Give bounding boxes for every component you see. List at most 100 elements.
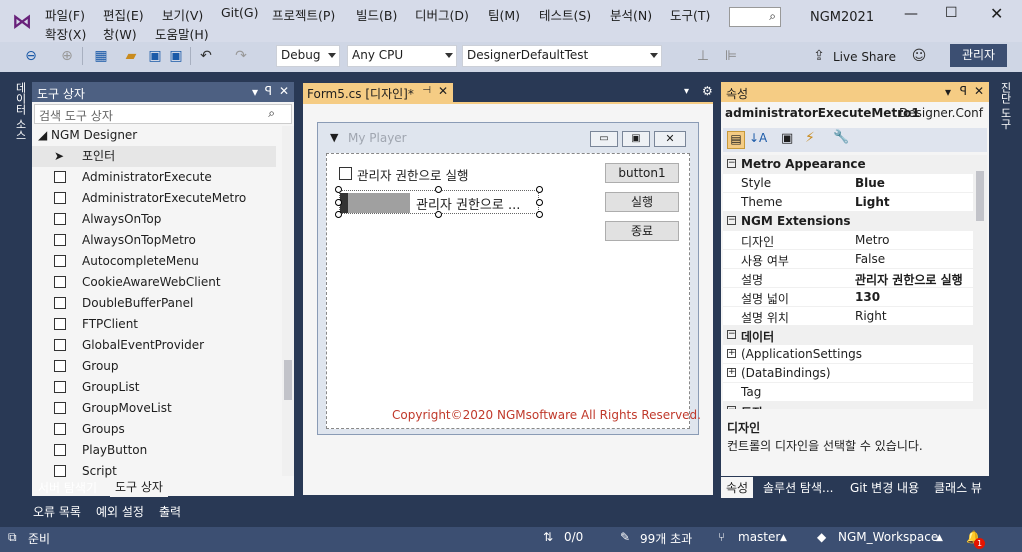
dropdown-icon[interactable]: ▾ (945, 85, 951, 99)
tab-overflow-icon[interactable]: ▾ (684, 86, 689, 97)
menu-tools[interactable]: 도구(T) (670, 5, 710, 24)
selection-handle[interactable] (536, 199, 543, 206)
back-icon[interactable]: ⊖ (22, 47, 40, 65)
menu-help[interactable]: 도움말(H) (155, 24, 209, 43)
new-project-icon[interactable]: ▦ (92, 47, 110, 65)
metro-toggle[interactable] (340, 193, 410, 213)
selection-handle[interactable] (435, 186, 442, 193)
form-maximize-button[interactable]: ▣ (622, 131, 650, 147)
live-share-label[interactable]: Live Share (833, 50, 896, 64)
menu-project[interactable]: 프로젝트(P) (272, 5, 335, 24)
menu-analyze[interactable]: 분석(N) (610, 5, 652, 24)
menu-team[interactable]: 팀(M) (488, 5, 520, 24)
tab-git-changes[interactable]: Git 변경 내용 (845, 477, 924, 498)
toolbox-item[interactable]: AdministratorExecute (32, 167, 282, 188)
pin-icon[interactable]: ⊣ (422, 85, 431, 96)
admin-badge[interactable]: 관리자 (950, 44, 1007, 67)
form-window[interactable]: ▼ My Player ▭ ▣ ✕ 관리자 권한으로 실행 관리자 권한으로 .… (317, 122, 701, 435)
toolbox-item[interactable]: CookieAwareWebClient (32, 272, 282, 293)
tab-solution-explorer[interactable]: 솔루션 탐색... (758, 477, 838, 498)
close-panel-icon[interactable]: ✕ (974, 84, 984, 98)
forward-icon[interactable]: ⊕ (58, 47, 76, 65)
feedback-icon[interactable]: ☺ (910, 47, 928, 65)
undo-icon[interactable]: ↶ (197, 47, 215, 65)
save-all-icon[interactable]: ▣ (167, 47, 185, 65)
config-select[interactable]: Debug (276, 45, 340, 67)
redo-icon[interactable]: ↷ (232, 47, 250, 65)
toolbox-item-pointer[interactable]: ➤ 포인터 (32, 146, 276, 167)
button1[interactable]: button1 (605, 163, 679, 183)
save-icon[interactable]: ▣ (146, 47, 164, 65)
properties-icon[interactable]: ▣ (781, 131, 793, 146)
align-icon[interactable]: ⊥ (694, 47, 712, 65)
categorized-icon[interactable]: ▤ (727, 131, 745, 149)
document-tab[interactable]: Form5.cs [디자인]* ⊣ ✕ (303, 83, 453, 102)
toolbox-item[interactable]: AutocompleteMenu (32, 251, 282, 272)
live-share-icon[interactable]: ⇪ (810, 47, 828, 65)
dropdown-icon[interactable]: ▾ (252, 85, 258, 99)
prop-description[interactable]: 설명 관리자 권한으로 실행 (723, 269, 973, 288)
property-grid-scrollbar[interactable] (973, 155, 987, 409)
selection-handle[interactable] (536, 211, 543, 218)
minimize-button[interactable]: — (904, 6, 918, 22)
toolbox-item[interactable]: FTPClient (32, 314, 282, 335)
alphabetical-icon[interactable]: ↓A (749, 131, 767, 145)
pin-icon[interactable]: ꟼ (960, 84, 967, 98)
prop-desc-width[interactable]: 설명 넓이 130 (723, 288, 973, 307)
menu-test[interactable]: 테스트(S) (539, 5, 591, 24)
tab-error-list[interactable]: 오류 목록 (28, 501, 86, 522)
toolbox-item[interactable]: GlobalEventProvider (32, 335, 282, 356)
toolbox-item[interactable]: DoubleBufferPanel (32, 293, 282, 314)
menu-edit[interactable]: 편집(E) (103, 5, 144, 24)
form-minimize-button[interactable]: ▭ (590, 131, 618, 147)
open-folder-icon[interactable]: ▰ (122, 47, 140, 65)
tab-server-explorer[interactable]: 서버 탐색기 (33, 477, 102, 498)
tab-class-view[interactable]: 클래스 뷰 (929, 477, 987, 498)
events-icon[interactable]: ⚡ (805, 130, 815, 146)
prop-tag[interactable]: Tag (723, 383, 973, 402)
diagnostics-vtab[interactable]: 진단 도구 (997, 82, 1013, 130)
selection-handle[interactable] (335, 186, 342, 193)
admin-checkbox[interactable] (339, 167, 352, 180)
prop-design[interactable]: 디자인 Metro (723, 231, 973, 250)
menu-debug[interactable]: 디버그(D) (415, 5, 469, 24)
property-pages-icon[interactable]: 🔧 (833, 130, 849, 145)
toolbox-item[interactable]: AlwaysOnTop (32, 209, 282, 230)
pin-icon[interactable]: ꟼ (265, 84, 272, 98)
platform-select[interactable]: Any CPU (347, 45, 457, 67)
tab-toolbox[interactable]: 도구 상자 (110, 476, 168, 497)
selection-handle[interactable] (335, 211, 342, 218)
toolbox-item[interactable]: Groups (32, 419, 282, 440)
close-panel-icon[interactable]: ✕ (279, 84, 289, 98)
form-close-button[interactable]: ✕ (654, 131, 686, 147)
toolbox-group[interactable]: ◢ NGM Designer (38, 128, 137, 142)
menu-view[interactable]: 보기(V) (162, 5, 203, 24)
data-sources-vtab[interactable]: 데이터 소스 (12, 82, 28, 141)
prop-app-settings[interactable]: + (ApplicationSettings (723, 345, 973, 364)
object-selector[interactable]: administratorExecuteMetro1 Designer.Conf (723, 104, 987, 124)
close-button[interactable]: ✕ (990, 4, 1003, 23)
prop-enabled[interactable]: 사용 여부 False (723, 250, 973, 269)
layout-icon[interactable]: ⊫ (722, 47, 740, 65)
maximize-button[interactable]: ☐ (945, 5, 958, 21)
run-button[interactable]: 실행 (605, 192, 679, 212)
tab-output[interactable]: 출력 (154, 501, 186, 522)
exit-button[interactable]: 종료 (605, 221, 679, 241)
toolbox-item[interactable]: AlwaysOnTopMetro (32, 230, 282, 251)
selection-handle[interactable] (536, 186, 543, 193)
prop-data-bindings[interactable]: + (DataBindings) (723, 364, 973, 383)
prop-theme[interactable]: Theme Light (723, 193, 973, 212)
menu-git[interactable]: Git(G) (221, 5, 259, 20)
startup-select[interactable]: DesignerDefaultTest (462, 45, 662, 67)
menu-file[interactable]: 파일(F) (45, 5, 85, 24)
close-tab-icon[interactable]: ✕ (438, 84, 448, 98)
toolbox-search[interactable]: 검색 도구 상자 ⌕ (34, 104, 292, 124)
selection-handle[interactable] (335, 199, 342, 206)
menu-extensions[interactable]: 확장(X) (45, 24, 86, 43)
prop-style[interactable]: Style Blue (723, 174, 973, 193)
toolbox-item[interactable]: Group (32, 356, 282, 377)
menu-window[interactable]: 창(W) (103, 24, 137, 43)
menu-build[interactable]: 빌드(B) (356, 5, 397, 24)
tab-properties[interactable]: 속성 (721, 477, 754, 498)
prop-desc-position[interactable]: 설명 위치 Right (723, 307, 973, 326)
